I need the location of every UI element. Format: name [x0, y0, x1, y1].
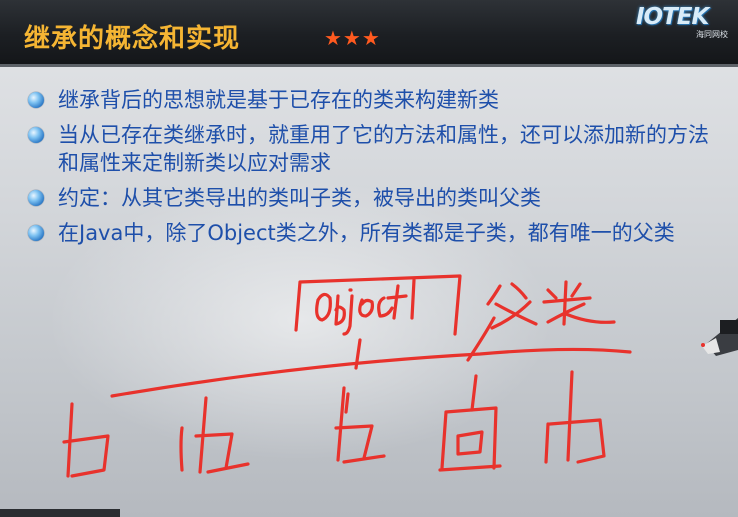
bottom-edge	[0, 509, 120, 517]
stylus-icon	[701, 318, 738, 356]
slide: 继承的概念和实现 ★★★ IOTEK 海同网校 继承背后的思想就是基于已存在的类…	[0, 0, 738, 517]
